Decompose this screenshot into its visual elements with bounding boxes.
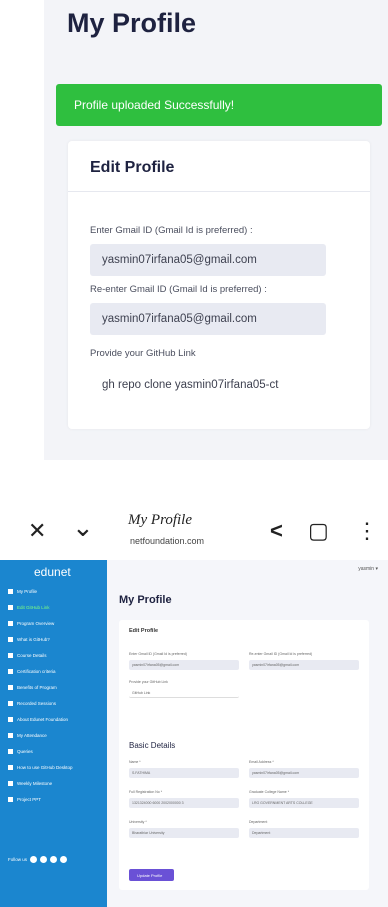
update-profile-button[interactable]: Update Profile <box>129 869 174 881</box>
college-input[interactable]: LRG GOVERNMENT ARTS COLLEGE <box>249 798 359 808</box>
sidebar-item-label: About Edunet Foundation <box>17 716 69 722</box>
browser-toolbar: ✕ ⌄ My Profile netfoundation.com < ▢ ⋮ <box>0 508 388 560</box>
mini-gmail-input[interactable]: yasmin07irfana05@gmail.com <box>129 660 239 670</box>
browser-page-title: My Profile <box>128 512 193 528</box>
left-margin <box>0 0 44 460</box>
sidebar-item-label: My Attendance <box>17 732 47 738</box>
sidebar-item[interactable]: Certification criteria <box>8 666 104 676</box>
main-title: My Profile <box>119 594 172 606</box>
university-label: University * <box>129 820 147 824</box>
brand-logo: edunet <box>34 565 71 579</box>
card-divider <box>68 191 370 192</box>
sidebar-item[interactable]: Recorded Sessions <box>8 698 104 708</box>
sidebar-item[interactable]: Benefits of Program <box>8 682 104 692</box>
reg-label: Full Registration No * <box>129 790 163 794</box>
mini-github-label: Provide your GitHub Link <box>129 680 168 684</box>
bookmark-icon[interactable]: ▢ <box>308 518 329 544</box>
regmail-input[interactable]: yasmin07irfana05@gmail.com <box>90 303 326 335</box>
nav-bullet-icon <box>8 652 13 658</box>
github-input[interactable]: gh repo clone yasmin07irfana05-ct <box>90 369 350 401</box>
mini-card-heading: Edit Profile <box>129 628 159 634</box>
sidebar-item-label: Recorded Sessions <box>17 700 57 706</box>
sidebar-item-label: Project PPT <box>17 796 42 802</box>
sidebar-item[interactable]: Queries <box>8 746 104 756</box>
chevron-down-icon[interactable]: ⌄ <box>72 512 94 543</box>
gmail-label: Enter Gmail ID (Gmail Id is preferred) : <box>90 225 253 236</box>
close-icon[interactable]: ✕ <box>28 518 46 544</box>
sidebar-item-label: Queries <box>17 748 33 754</box>
main-content: yasmin ▾ My Profile Edit Profile Enter G… <box>107 560 388 907</box>
sidebar-item[interactable]: My Attendance <box>8 730 104 740</box>
nav-bullet-icon <box>8 636 13 642</box>
gmail-input[interactable]: yasmin07irfana05@gmail.com <box>90 244 326 276</box>
mini-regmail-input[interactable]: yasmin07irfana05@gmail.com <box>249 660 359 670</box>
sidebar-item-label: My Profile <box>17 588 38 594</box>
social-label: Follow us <box>8 857 28 862</box>
user-menu[interactable]: yasmin ▾ <box>358 566 378 572</box>
mini-edit-card: Edit Profile Enter Gmail ID (Gmail Id is… <box>119 620 369 890</box>
nav-bullet-icon <box>8 668 13 674</box>
edit-profile-card: Edit Profile Enter Gmail ID (Gmail Id is… <box>68 141 370 429</box>
regmail-label: Re-enter Gmail ID (Gmail Id is preferred… <box>90 284 267 295</box>
twitter-icon[interactable] <box>40 856 48 863</box>
sidebar-item[interactable]: Project PPT <box>8 794 104 804</box>
mini-github-input[interactable]: GitHub Link <box>129 688 239 698</box>
department-input[interactable]: Department <box>249 828 359 838</box>
sidebar-item-label: Weekly Milestone <box>17 780 53 786</box>
reg-input[interactable]: 1321324000 6000 2002000000 3 <box>129 798 239 808</box>
sidebar: edunet My Profile Edit GitHub Link Program… <box>0 560 107 907</box>
university-input[interactable]: Bharathiar University <box>129 828 239 838</box>
sidebar-item[interactable]: Program Overview <box>8 618 104 628</box>
nav-bullet-icon <box>8 796 13 802</box>
social-links: Follow us <box>8 856 68 863</box>
nav-bullet-icon <box>8 732 13 738</box>
mobile-browser-view: ✕ ⌄ My Profile netfoundation.com < ▢ ⋮ e… <box>0 508 388 907</box>
linkedin-icon[interactable] <box>50 856 58 863</box>
sidebar-item[interactable]: About Edunet Foundation <box>8 714 104 724</box>
sidebar-item-label: How to use GitHub Desktop <box>17 764 73 770</box>
sidebar-item[interactable]: How to use GitHub Desktop <box>8 762 104 772</box>
college-label: Graduate College Name * <box>249 790 290 794</box>
email-label: Email Address * <box>249 760 274 764</box>
sidebar-item-label: What is GitHub? <box>17 636 50 642</box>
name-label: Name * <box>129 760 141 764</box>
sidebar-item-label: Certification criteria <box>17 668 56 674</box>
email-input[interactable]: yasmin07irfana05@gmail.com <box>249 768 359 778</box>
menu-icon[interactable]: ⋮ <box>356 518 378 544</box>
nav-bullet-icon <box>8 604 13 610</box>
page-title: My Profile <box>67 8 197 38</box>
basic-details-title: Basic Details <box>129 741 176 750</box>
instagram-icon[interactable] <box>60 856 68 863</box>
nav-bullet-icon <box>8 588 13 594</box>
sidebar-item[interactable]: Weekly Milestone <box>8 778 104 788</box>
github-label: Provide your GitHub Link <box>90 348 196 359</box>
sidebar-item[interactable]: Course Details <box>8 650 104 660</box>
mini-regmail-label: Re-enter Gmail ID (Gmail Id is preferred… <box>249 652 313 656</box>
nav-bullet-icon <box>8 684 13 690</box>
share-icon[interactable]: < <box>270 518 283 544</box>
name-input[interactable]: S.FATHIMA <box>129 768 239 778</box>
nav-bullet-icon <box>8 716 13 722</box>
sidebar-item[interactable]: Edit GitHub Link <box>8 602 104 612</box>
top-view: My Profile Profile uploaded Successfully… <box>0 0 388 460</box>
sidebar-item-label: Benefits of Program <box>17 684 57 690</box>
nav-bullet-icon <box>8 620 13 626</box>
mini-gmail-label: Enter Gmail ID (Gmail Id is preferred) <box>129 652 187 656</box>
facebook-icon[interactable] <box>30 856 38 863</box>
card-title: Edit Profile <box>90 159 175 176</box>
sidebar-item[interactable]: My Profile <box>8 586 104 596</box>
sidebar-item-label: Course Details <box>17 652 47 658</box>
sidebar-item[interactable]: What is GitHub? <box>8 634 104 644</box>
sidebar-item-label: Edit GitHub Link <box>17 604 50 610</box>
nav-bullet-icon <box>8 700 13 706</box>
nav-bullet-icon <box>8 764 13 770</box>
department-label: Department <box>249 820 268 824</box>
sidebar-item-label: Program Overview <box>17 620 55 626</box>
success-toast: Profile uploaded Successfully! <box>56 84 382 126</box>
nav-bullet-icon <box>8 780 13 786</box>
nav-bullet-icon <box>8 748 13 754</box>
browser-url[interactable]: netfoundation.com <box>130 536 204 546</box>
